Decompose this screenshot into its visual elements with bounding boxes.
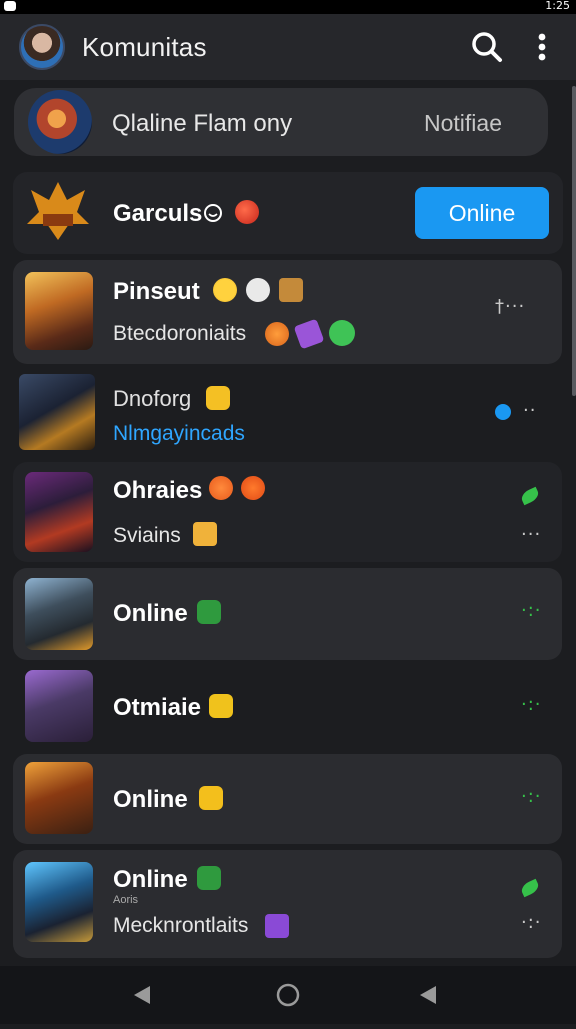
row-subtitle: Sviains — [113, 524, 181, 547]
group-emblem — [23, 180, 93, 242]
status-bar: 1:25 — [0, 0, 576, 14]
game-thumbnail — [25, 862, 93, 942]
row-menu[interactable]: ·:· — [521, 694, 542, 715]
green-monster-icon — [197, 600, 221, 624]
list-item[interactable]: Online ·:· — [13, 754, 562, 844]
group-name: Garculs — [113, 200, 203, 227]
yellow-mask-icon — [199, 786, 223, 810]
row-title: Dnoforg — [113, 386, 192, 411]
yellow-star-icon — [209, 694, 233, 718]
online-dot — [495, 404, 511, 420]
game-thumbnail — [25, 578, 93, 650]
heart-eyes-icon — [209, 476, 233, 500]
gem-icon — [293, 318, 325, 350]
list-item[interactable]: Pinseut Btecdoroniaits †··· — [13, 260, 562, 364]
row-subtitle: Btecdoroniaits — [113, 322, 247, 345]
warrior-icon — [279, 278, 303, 302]
online-leaf — [519, 878, 541, 898]
system-nav-bar — [0, 966, 576, 1024]
game-thumbnail — [25, 762, 93, 834]
green-monster-icon — [197, 866, 221, 890]
row-title: Online — [113, 786, 188, 813]
status-time: 1:25 — [545, 0, 570, 12]
wink-icon — [241, 476, 265, 500]
search-button[interactable] — [470, 30, 504, 64]
row-title: Online — [113, 866, 188, 893]
online-button[interactable]: Online — [415, 187, 549, 239]
basketball-icon — [265, 322, 289, 346]
list-item[interactable]: Dnoforg Nlmgayincads ·· — [13, 368, 562, 462]
green-face-icon — [329, 320, 355, 346]
row-title: Pinseut — [113, 278, 200, 305]
row-title: Online — [113, 600, 188, 627]
game-thumbnail — [25, 472, 93, 552]
home-icon[interactable] — [276, 983, 300, 1007]
row-menu[interactable]: ·:· — [521, 600, 542, 621]
row-title: Otmiaie — [113, 694, 202, 721]
game-thumbnail — [25, 272, 93, 350]
search-icon — [472, 32, 502, 62]
nav-buttons — [134, 983, 436, 1007]
row-menu[interactable]: †··· — [495, 296, 525, 317]
row-menu[interactable]: ·· — [523, 400, 536, 421]
notification-icon — [4, 1, 16, 11]
group-card[interactable]: Garculs Online — [13, 172, 563, 254]
angry-emoji-icon — [213, 278, 237, 302]
yellow-face-icon — [206, 386, 230, 410]
featured-avatar — [28, 90, 92, 154]
skull-icon — [246, 278, 270, 302]
row-menu[interactable]: ·:· — [521, 912, 542, 933]
page-title: Komunitas — [82, 32, 207, 62]
row-menu[interactable]: ·:· — [521, 786, 542, 807]
game-thumbnail — [19, 374, 95, 450]
crown-emblem-icon — [27, 182, 89, 240]
smile-icon — [204, 204, 222, 222]
recents-icon[interactable] — [420, 986, 436, 1004]
game-thumbnail — [25, 670, 93, 742]
row-menu[interactable]: ··· — [521, 524, 541, 545]
more-options-button[interactable] — [528, 28, 556, 66]
tomato-icon — [235, 200, 259, 224]
list-item[interactable]: Otmiaie ·:· — [13, 664, 562, 750]
list-item[interactable]: Ohraies Sviains ··· — [13, 462, 562, 562]
row-subtitle: Mecknrontlaits — [113, 914, 249, 937]
scrollbar[interactable] — [572, 86, 576, 396]
featured-community-card[interactable]: Qlaline Flam ony Notifiae — [14, 88, 548, 156]
row-small-label: Aoris — [113, 894, 139, 906]
online-leaf — [519, 486, 541, 506]
featured-title: Qlaline Flam ony — [112, 110, 293, 137]
purple-gem-icon — [265, 914, 289, 938]
row-title: Ohraies — [113, 477, 203, 504]
avatar[interactable] — [19, 24, 65, 70]
back-icon[interactable] — [134, 986, 150, 1004]
app-bar: Komunitas — [0, 14, 576, 80]
list-item[interactable]: Online Aoris Mecknrontlaits ·:· — [13, 850, 562, 958]
featured-notify-label[interactable]: Notifiae — [424, 110, 502, 137]
more-vert-icon — [538, 33, 546, 61]
list-item[interactable]: Online ·:· — [13, 568, 562, 660]
flag-icon — [193, 522, 217, 546]
row-subtitle: Nlmgayincads — [113, 422, 245, 445]
